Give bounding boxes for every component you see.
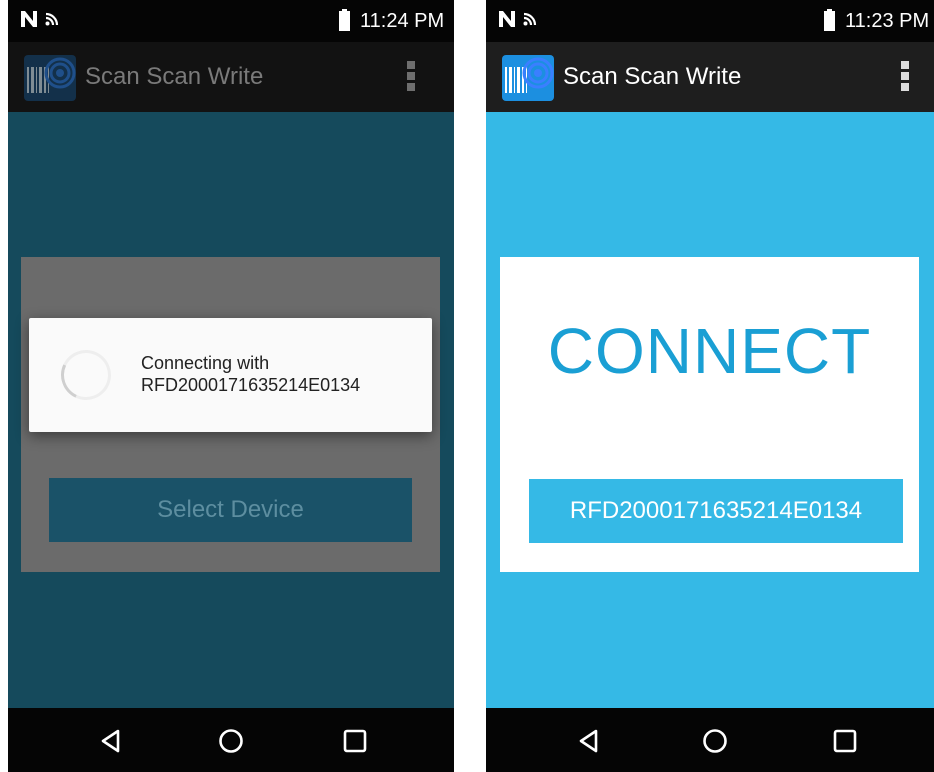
status-bar: 11:24 PM: [8, 0, 454, 42]
home-icon[interactable]: [702, 728, 728, 754]
nfc-icon: [499, 11, 515, 27]
wifi-icon: [45, 12, 59, 26]
action-bar: Scan Scan Write: [8, 42, 454, 112]
status-bar: 11:23 PM: [486, 0, 934, 42]
recents-icon[interactable]: [832, 728, 858, 754]
status-time: 11:24 PM: [360, 10, 445, 32]
connect-card: CONNECT RFD2000171635214E0134: [500, 257, 919, 572]
select-device-button[interactable]: Select Device: [49, 478, 412, 542]
main-content: Select Device Connecting with RFD2000171…: [8, 112, 454, 708]
device-connect-button[interactable]: RFD2000171635214E0134: [529, 479, 903, 543]
right-phone-screen: 11:23 PM Scan Scan Write CONNECT RFD2000…: [486, 0, 934, 772]
wifi-icon: [523, 12, 537, 26]
connect-title: CONNECT: [547, 315, 872, 387]
app-title: Scan Scan Write: [85, 63, 264, 90]
dialog-message-line1: Connecting with: [141, 353, 270, 373]
navigation-bar: [486, 708, 934, 772]
status-time: 11:23 PM: [845, 10, 930, 32]
battery-icon: [824, 9, 835, 31]
navigation-bar: [8, 708, 454, 772]
overflow-menu-icon[interactable]: [900, 61, 910, 95]
home-icon[interactable]: [218, 728, 244, 754]
loading-spinner-icon: [53, 342, 119, 408]
back-icon[interactable]: [576, 728, 602, 754]
nfc-icon: [21, 11, 37, 27]
main-content: CONNECT RFD2000171635214E0134: [486, 112, 934, 708]
barcode-scanner-app-icon: [502, 55, 554, 101]
connecting-dialog: Connecting with RFD2000171635214E0134: [29, 318, 432, 432]
left-phone-screen: 11:24 PM Scan Scan Write Select Device C…: [8, 0, 454, 772]
overflow-menu-icon[interactable]: [406, 61, 416, 95]
recents-icon[interactable]: [342, 728, 368, 754]
battery-icon: [339, 9, 350, 31]
action-bar: Scan Scan Write: [486, 42, 934, 112]
dialog-message-line2: RFD2000171635214E0134: [141, 375, 361, 395]
barcode-scanner-app-icon: [24, 55, 76, 101]
back-icon[interactable]: [98, 728, 124, 754]
app-title: Scan Scan Write: [563, 63, 742, 90]
